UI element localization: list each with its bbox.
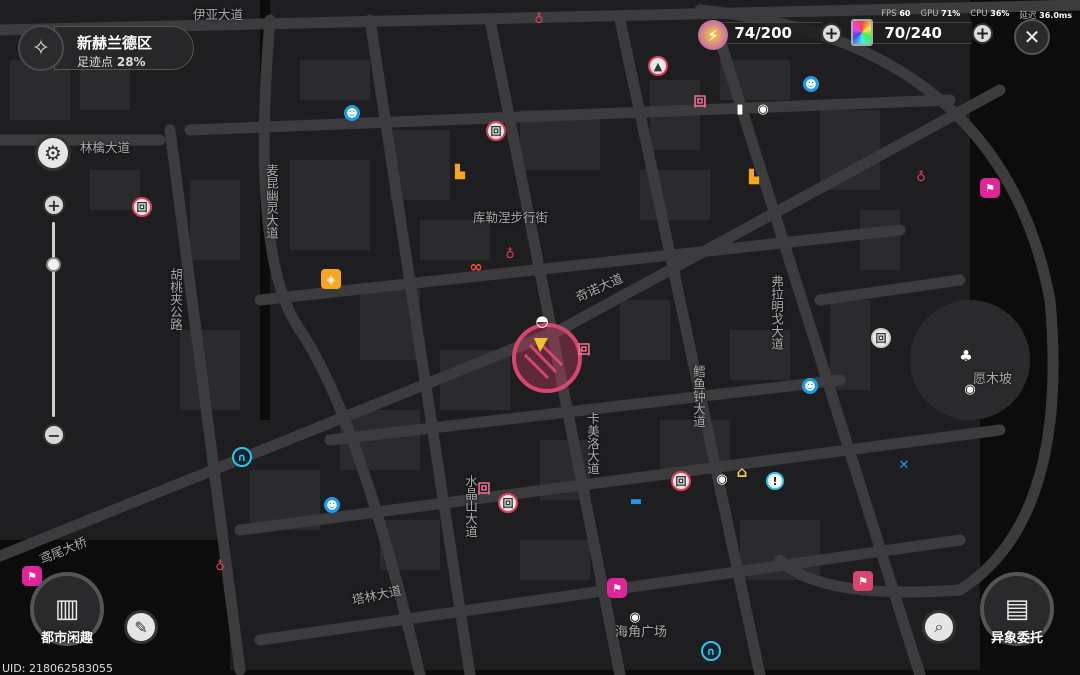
place-label: 海角广场 [615,625,668,640]
camera-icon[interactable]: ◉ [755,101,771,117]
portal-icon[interactable]: ∩ [701,641,721,661]
rocket-icon[interactable]: ▲ [648,56,668,76]
gear-icon: ⚙ [44,141,62,165]
shop-icon[interactable]: 回 [486,121,506,141]
card-value: 70/240 [884,24,942,42]
card-counter: 70/240 [860,22,972,44]
chain-link-icon[interactable]: ∞ [468,257,484,276]
car-icon[interactable]: ▬ [628,493,644,509]
place-label: 愿木坡 [973,372,1013,387]
card-icon [851,19,873,46]
compass-icon[interactable]: ✧ [18,25,64,71]
energy-bolt-icon: ⚡ [698,20,728,50]
shop-icon[interactable]: 回 [671,471,691,491]
camera-icon[interactable]: ◉ [627,609,643,625]
street-label: 麦昆幽灵大道 [264,164,279,239]
buildings-icon: ▥ [54,594,80,624]
folder-icon: ▤ [1004,594,1030,624]
repair-icon[interactable]: ✕ [896,457,912,473]
blue-npc-icon[interactable]: ☻ [803,76,819,92]
close-icon: ✕ [1023,25,1041,49]
train-station-icon[interactable]: ♁ [502,246,518,262]
city-map[interactable] [0,0,1080,675]
camera-icon[interactable]: ◉ [714,471,730,487]
blue-npc-icon[interactable]: ☻ [324,497,340,513]
shop-icon[interactable]: 回 [132,197,152,217]
progress-label: 足迹点 [77,55,114,69]
pink-shop-icon[interactable]: 回 [576,340,592,358]
museum-icon[interactable]: ⌂ [734,463,750,481]
add-card-button[interactable]: + [972,23,993,44]
notes-button[interactable]: ✎ [124,610,158,644]
blue-npc-icon[interactable]: ☻ [344,105,360,121]
checkered-flag-icon[interactable]: ⚑ [607,578,627,598]
train-station-icon[interactable]: ♁ [531,11,547,27]
player-zone[interactable] [512,323,582,393]
settings-button[interactable]: ⚙ [35,135,71,171]
street-label: 伊亚大道 [193,7,244,22]
uid-text: UID: 218062583055 [2,662,113,675]
street-label: 库勒涅步行街 [473,210,549,225]
train-station-icon[interactable]: ♁ [212,558,228,574]
street-label: 鳕鱼钟大道 [691,365,706,428]
checkered-flag-icon[interactable]: ⚑ [853,571,873,591]
close-button[interactable]: ✕ [1014,19,1050,55]
hexagon-box-icon[interactable]: ◈ [321,269,341,289]
map-search-icon: ⌕ [934,617,944,636]
blue-npc-icon[interactable]: ☻ [802,378,818,394]
shop-icon[interactable]: 回 [498,493,518,513]
train-station-icon[interactable]: ♁ [913,169,929,185]
camera-icon[interactable]: ◉ [962,381,978,397]
orange-building-icon[interactable]: ▙ [452,164,468,180]
street-label: 胡桃夹公路 [168,268,183,331]
tree-icon[interactable]: ♣ [958,347,974,365]
city-fun-label: 都市闲趣 [40,631,93,646]
perf-stats: FPS 60 GPU 71% CPU 36% 延迟 36.0ms [881,9,1072,21]
street-label: 林檎大道 [80,140,131,155]
orange-building-icon[interactable]: ▙ [746,169,762,185]
search-map-button[interactable]: ⌕ [922,610,956,644]
pink-shop-icon[interactable]: 回 [692,92,708,110]
city-fun-button[interactable]: ▥ 都市闲趣 [30,572,104,646]
note-edit-icon: ✎ [134,617,148,637]
shop-icon[interactable]: 回 [871,328,891,348]
book-icon[interactable]: ▮ [732,101,748,117]
commission-button[interactable]: ▤ 异象委托 [980,572,1054,646]
zoom-slider-knob[interactable] [46,257,61,272]
energy-counter: 74/200 [712,22,822,44]
pink-shop-icon[interactable]: 回 [476,479,492,497]
checkered-flag-icon[interactable]: ⚑ [980,178,1000,198]
district-panel[interactable]: ✧ 新赫兰德区 足迹点 28% [18,25,194,71]
commission-label: 异象委托 [990,631,1043,646]
street-label: 弗拉明戈大道 [769,275,784,350]
energy-value: 74/200 [734,24,792,42]
add-energy-button[interactable]: + [821,23,842,44]
zoom-slider-track[interactable] [52,222,55,417]
zoom-in-button[interactable]: + [43,194,65,216]
street-label: 卡美洛大道 [585,412,600,475]
zoom-out-button[interactable]: − [43,424,65,446]
progress-value: 28% [116,55,146,69]
player-car-icon[interactable]: ◓ [534,312,550,330]
portal-icon[interactable]: ∩ [232,447,252,467]
district-name: 新赫兰德区 [77,34,153,52]
quest-exclaim-icon[interactable]: ! [766,472,784,490]
